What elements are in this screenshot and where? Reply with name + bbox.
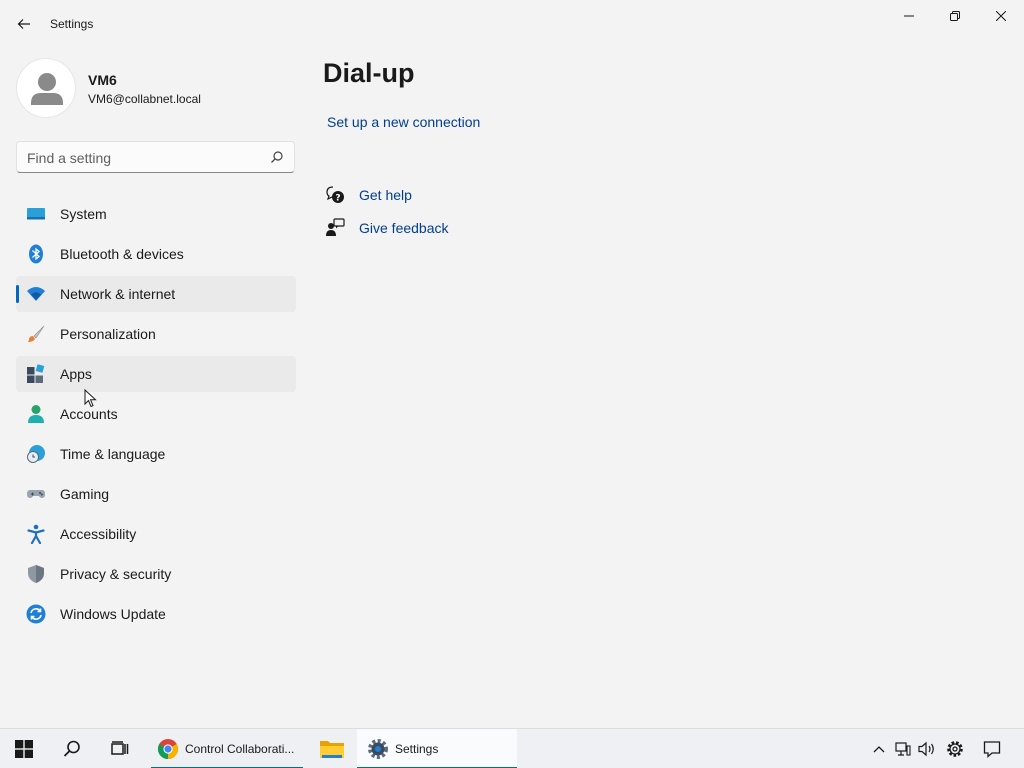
sidebar-item-personalization[interactable]: Personalization bbox=[16, 316, 296, 352]
tray-network-button[interactable] bbox=[893, 737, 913, 761]
gamepad-icon bbox=[27, 490, 45, 498]
search-icon bbox=[63, 740, 80, 757]
setup-new-connection-link[interactable]: Set up a new connection bbox=[327, 114, 480, 130]
windows-logo-icon bbox=[15, 740, 33, 758]
sidebar-item-label: Apps bbox=[60, 366, 92, 382]
minimize-button[interactable] bbox=[886, 0, 932, 32]
sidebar-item-bluetooth[interactable]: Bluetooth & devices bbox=[16, 236, 296, 272]
user-avatar-icon bbox=[31, 73, 63, 105]
taskbar-search-button[interactable] bbox=[56, 733, 88, 765]
globe-clock-icon bbox=[27, 445, 45, 463]
show-hidden-icons-button[interactable] bbox=[870, 737, 888, 761]
sidebar-item-network[interactable]: Network & internet bbox=[16, 276, 296, 312]
search-box[interactable] bbox=[16, 141, 295, 173]
help-chat-icon: ? bbox=[326, 186, 344, 204]
notifications-button[interactable] bbox=[980, 737, 1004, 761]
give-feedback-row[interactable]: Give feedback bbox=[325, 217, 449, 239]
wifi-icon bbox=[27, 287, 45, 301]
give-feedback-link[interactable]: Give feedback bbox=[359, 220, 449, 236]
gear-icon bbox=[947, 741, 963, 757]
sidebar-item-label: Time & language bbox=[60, 446, 166, 462]
paintbrush-icon bbox=[28, 325, 45, 342]
avatar[interactable] bbox=[16, 58, 76, 118]
update-sync-icon bbox=[26, 604, 46, 624]
title-bar: Settings bbox=[0, 0, 1024, 48]
chevron-up-icon bbox=[873, 746, 885, 753]
back-arrow-icon bbox=[17, 19, 30, 29]
search-input[interactable] bbox=[27, 148, 267, 168]
sidebar-item-label: System bbox=[60, 206, 107, 222]
accessibility-icon bbox=[27, 524, 45, 544]
svg-text:?: ? bbox=[335, 194, 340, 204]
taskbar-app-label: Settings bbox=[395, 742, 439, 756]
back-button[interactable] bbox=[12, 10, 36, 38]
get-help-link[interactable]: Get help bbox=[359, 187, 412, 203]
search-icon[interactable] bbox=[270, 150, 284, 164]
user-name: VM6 bbox=[88, 72, 117, 88]
sidebar-item-label: Windows Update bbox=[60, 606, 166, 622]
selection-indicator bbox=[16, 285, 19, 303]
sidebar-nav: System Bluetooth & devices Network & int… bbox=[16, 196, 296, 636]
task-view-icon bbox=[111, 741, 129, 755]
volume-icon bbox=[918, 741, 934, 757]
close-button[interactable] bbox=[978, 0, 1024, 32]
notification-icon bbox=[983, 741, 1001, 758]
monitor-icon bbox=[27, 208, 45, 220]
get-help-row[interactable]: ? Get help bbox=[325, 184, 412, 206]
chrome-icon bbox=[157, 739, 179, 760]
page-title: Dial-up bbox=[323, 58, 415, 88]
window-title: Settings bbox=[50, 17, 94, 31]
restore-icon bbox=[950, 11, 960, 21]
sidebar-item-gaming[interactable]: Gaming bbox=[16, 476, 296, 512]
minimize-icon bbox=[904, 15, 914, 17]
sidebar-item-privacy-security[interactable]: Privacy & security bbox=[16, 556, 296, 592]
sidebar-item-label: Gaming bbox=[60, 486, 110, 502]
start-button[interactable] bbox=[8, 733, 40, 765]
bluetooth-icon bbox=[29, 244, 43, 264]
sidebar-item-label: Accessibility bbox=[60, 526, 137, 542]
sidebar-item-accounts[interactable]: Accounts bbox=[16, 396, 296, 432]
close-icon bbox=[996, 11, 1006, 21]
sidebar-item-system[interactable]: System bbox=[16, 196, 296, 232]
tray-settings-button[interactable] bbox=[944, 737, 966, 761]
gear-icon bbox=[368, 739, 388, 759]
taskbar-app-chrome[interactable]: Control Collaborati... bbox=[151, 729, 303, 768]
taskbar-app-settings[interactable]: Settings bbox=[357, 729, 517, 768]
network-wired-icon bbox=[895, 742, 911, 756]
folder-icon bbox=[320, 741, 344, 758]
tray-volume-button[interactable] bbox=[916, 737, 938, 761]
sidebar-item-time-language[interactable]: Time & language bbox=[16, 436, 296, 472]
user-email: VM6@collabnet.local bbox=[88, 92, 201, 106]
shield-icon bbox=[28, 565, 44, 583]
restore-button[interactable] bbox=[932, 0, 978, 32]
sidebar-item-accessibility[interactable]: Accessibility bbox=[16, 516, 296, 552]
sidebar-item-label: Network & internet bbox=[60, 286, 176, 302]
person-icon bbox=[28, 405, 44, 423]
feedback-icon bbox=[326, 218, 345, 236]
apps-icon bbox=[27, 364, 45, 383]
sidebar-item-label: Bluetooth & devices bbox=[60, 246, 184, 262]
sidebar-item-label: Accounts bbox=[60, 406, 118, 422]
taskbar-app-label: Control Collaborati... bbox=[185, 742, 295, 756]
sidebar-item-label: Personalization bbox=[60, 326, 156, 342]
taskbar-app-file-explorer[interactable] bbox=[312, 729, 352, 768]
task-view-button[interactable] bbox=[104, 733, 136, 765]
sidebar-item-apps[interactable]: Apps bbox=[16, 356, 296, 392]
sidebar-item-label: Privacy & security bbox=[60, 566, 172, 582]
taskbar: Control Collaborati... Settings bbox=[0, 728, 1024, 768]
sidebar-item-windows-update[interactable]: Windows Update bbox=[16, 596, 296, 632]
